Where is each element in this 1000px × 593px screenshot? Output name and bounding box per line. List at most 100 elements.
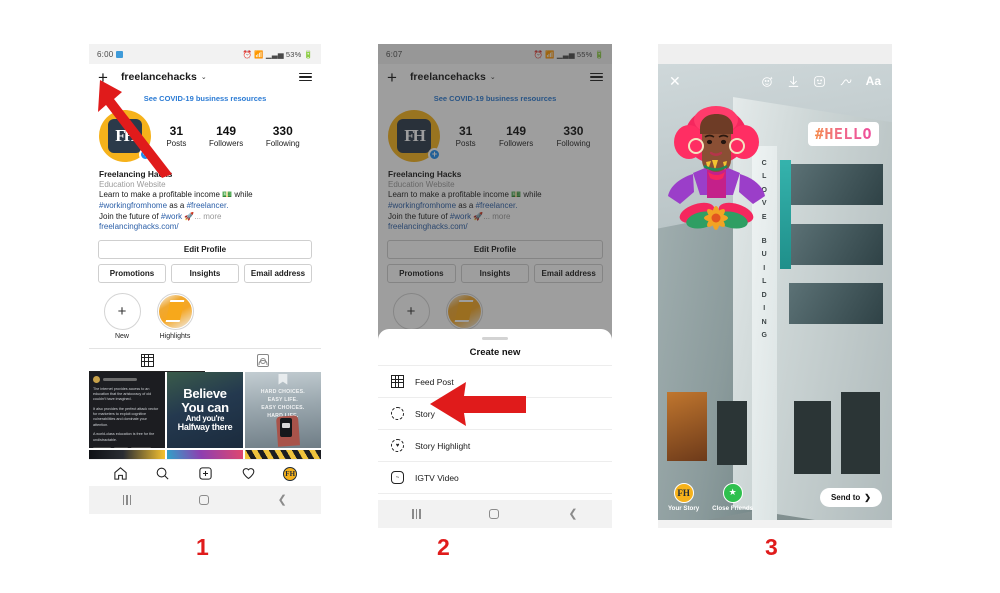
- back-button[interactable]: ❮: [568, 508, 577, 520]
- home-icon[interactable]: [113, 466, 128, 481]
- home-button[interactable]: [489, 509, 500, 519]
- menu-item-feed-post[interactable]: Feed Post: [378, 365, 612, 397]
- bio-more-link[interactable]: ... more: [194, 212, 221, 221]
- post-text-2: It also provides the perfect attack vect…: [93, 406, 159, 427]
- send-to-button[interactable]: Send to ❯: [819, 487, 882, 507]
- post-hard-t2: EASY LIFE.: [267, 396, 298, 403]
- status-app-icon: [116, 50, 124, 58]
- post-text-1: The internet provides access to an educa…: [93, 386, 152, 402]
- status-bar-3: [658, 44, 892, 64]
- your-story-button[interactable]: FH Your Story: [668, 482, 699, 512]
- post-hard-t1: HARD CHOICES.: [260, 388, 305, 395]
- sheet-footer-divider: [378, 493, 612, 500]
- bio-line-2: #workingfromhome as a #freelancer.: [99, 201, 311, 212]
- bio-line-1: Learn to make a profitable income 💵 whil…: [99, 190, 253, 200]
- bio-text-mid: as a: [167, 201, 187, 211]
- profile-stats: 31 Posts 149 Followers 330 Following: [151, 124, 311, 148]
- highlight-new[interactable]: + New: [102, 292, 142, 340]
- following-label: Following: [265, 139, 300, 148]
- instagram-header-1: + freelancehacks ⌄: [89, 64, 321, 90]
- insights-button[interactable]: Insights: [171, 263, 239, 283]
- menu-item-label: IGTV Video: [415, 472, 459, 483]
- hello-text-sticker[interactable]: #HELLO: [807, 122, 879, 146]
- profile-username[interactable]: freelancehacks: [121, 71, 197, 83]
- send-to-label: Send to: [830, 492, 861, 502]
- menu-item-story-highlight[interactable]: ♥ Story Highlight: [378, 429, 612, 461]
- hamburger-menu-icon[interactable]: [299, 72, 312, 82]
- stat-followers[interactable]: 149 Followers: [209, 124, 243, 148]
- status-battery: 53%: [285, 49, 302, 59]
- sheet-title: Create new: [469, 347, 521, 358]
- activity-heart-icon[interactable]: [241, 466, 256, 481]
- android-nav-2: ❮: [378, 500, 612, 528]
- igtv-icon: ~: [390, 470, 405, 485]
- add-story-badge-icon[interactable]: +: [139, 148, 152, 161]
- phone-screenshot-1: 6:00 ⏰ 📶 ▁▃▅ 53% 🔋 + freelancehacks ⌄ Se…: [89, 44, 321, 528]
- promotions-button[interactable]: Promotions: [98, 263, 166, 283]
- bottom-navigation-1: FH: [89, 459, 321, 487]
- story-editor: C L O V E B U I L D I N G #HELLO ✕ Aa FH…: [658, 64, 892, 520]
- chevron-down-icon[interactable]: ⌄: [201, 73, 207, 81]
- profile-row-1: FH + 31 Posts 149 Followers 330 Followin…: [89, 110, 321, 162]
- post-thumbnail[interactable]: HARD CHOICES. EASY LIFE. EASY CHOICES. H…: [244, 371, 321, 449]
- following-count: 330: [272, 124, 293, 138]
- bio-hashtag-1[interactable]: #workingfromhome: [99, 201, 167, 210]
- menu-item-story[interactable]: Story: [378, 397, 612, 429]
- highlight-item[interactable]: Highlights: [155, 292, 195, 340]
- tagged-person-icon: [257, 354, 269, 368]
- step-number-1: 1: [196, 534, 209, 560]
- profile-website-link[interactable]: freelancinghacks.com/: [99, 222, 311, 233]
- tab-grid[interactable]: [89, 349, 205, 372]
- edit-profile-button[interactable]: Edit Profile: [98, 239, 312, 259]
- close-icon[interactable]: ✕: [669, 74, 681, 88]
- signal-icon: ▁▃▅: [265, 49, 284, 59]
- post-thumbnail[interactable]: The internet provides access to an educa…: [89, 371, 166, 449]
- menu-item-igtv-video[interactable]: ~ IGTV Video: [378, 461, 612, 493]
- tab-tagged[interactable]: [205, 349, 321, 372]
- woman-illustration-sticker[interactable]: [664, 102, 769, 242]
- post-thumbnail[interactable]: Believe You can And you're Halfway there: [166, 371, 244, 449]
- phone-screenshot-2: 6:07 ⏰ 📶 ▁▃▅ 55% 🔋 + freelancehacks ⌄ Se…: [378, 44, 612, 528]
- stat-posts[interactable]: 31 Posts: [166, 124, 186, 148]
- covid-banner-1[interactable]: See COVID-19 business resources: [89, 90, 321, 110]
- search-icon[interactable]: [155, 466, 170, 481]
- effects-icon[interactable]: [761, 75, 774, 88]
- email-address-button[interactable]: Email address: [244, 263, 312, 283]
- close-friends-label: Close Friends: [712, 504, 754, 512]
- back-button[interactable]: ❮: [278, 494, 287, 506]
- draw-icon[interactable]: [839, 75, 853, 88]
- profile-category: Education Website: [99, 179, 166, 189]
- post-believe-l4: Halfway there: [177, 421, 233, 432]
- post-grid: The internet provides access to an educa…: [89, 371, 321, 460]
- stat-following[interactable]: 330 Following: [266, 124, 300, 148]
- rocket-emoji: 🚀: [182, 211, 195, 221]
- recents-button[interactable]: [412, 509, 421, 519]
- building-window: [667, 392, 708, 461]
- menu-item-label: Story Highlight: [415, 440, 471, 451]
- post-thumbnail[interactable]: [166, 449, 244, 460]
- close-friends-button[interactable]: ★ Close Friends: [712, 482, 754, 512]
- add-post-icon[interactable]: [198, 466, 213, 481]
- highlight-cover-icon: [156, 292, 194, 330]
- text-icon[interactable]: Aa: [866, 75, 881, 87]
- building-window: [789, 223, 883, 265]
- building-window: [716, 401, 747, 466]
- posts-count: 31: [169, 124, 183, 138]
- recents-button[interactable]: [123, 495, 132, 506]
- bio-hashtag-3[interactable]: #work: [161, 212, 182, 221]
- post-thumbnail[interactable]: [244, 449, 321, 460]
- add-content-icon[interactable]: +: [98, 69, 108, 86]
- story-toolbar: ✕ Aa: [658, 64, 892, 98]
- home-button[interactable]: [199, 495, 210, 506]
- download-icon[interactable]: [787, 75, 800, 88]
- chevron-right-icon: ❯: [864, 492, 871, 502]
- profile-tabs: [89, 347, 321, 372]
- avatar[interactable]: FH +: [99, 110, 152, 162]
- bio-hashtag-2[interactable]: #freelancer.: [187, 201, 229, 210]
- post-thumbnail[interactable]: [89, 449, 166, 460]
- profile-avatar-icon[interactable]: FH: [283, 466, 298, 481]
- post-text-3: A world-class education is free for the …: [93, 432, 155, 442]
- close-friends-star-icon: ★: [722, 482, 743, 503]
- sticker-icon[interactable]: [813, 75, 826, 88]
- alarm-icon: ⏰: [242, 49, 253, 59]
